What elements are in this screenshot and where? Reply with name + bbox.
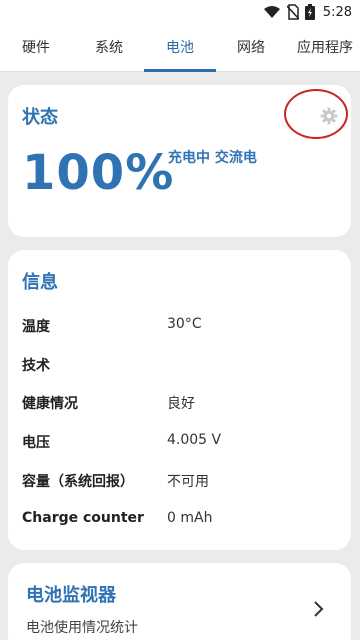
info-value: 30°C	[167, 316, 202, 332]
tab-system[interactable]: 系统	[78, 24, 140, 72]
info-label: 电压	[22, 435, 50, 451]
info-label: 温度	[22, 319, 50, 335]
battery-monitor-card[interactable]: 电池监视器 电池使用情况统计	[8, 563, 351, 640]
info-label: 容量（系统回报）	[22, 474, 134, 490]
info-label: 健康情况	[22, 396, 78, 412]
info-value: 4.005 V	[167, 432, 222, 448]
status-title: 状态	[22, 107, 58, 128]
gear-icon	[320, 107, 338, 125]
status-bar: 5:28	[0, 0, 360, 24]
active-tab-indicator	[144, 69, 216, 72]
tab-bar: 硬件 系统 电池 网络 应用程序	[0, 24, 360, 72]
info-row-technology: 技术	[22, 355, 342, 377]
charge-state: 充电中 交流电	[168, 150, 257, 166]
info-row-capacity: 容量（系统回报） 不可用	[22, 471, 342, 493]
info-card: 信息 温度 30°C 技术 健康情况 良好 电压 4.005 V 容量（系统回报…	[8, 250, 351, 550]
monitor-title: 电池监视器	[26, 585, 116, 606]
clock: 5:28	[322, 4, 352, 20]
info-value: 0 mAh	[167, 510, 213, 526]
info-value: 不可用	[167, 474, 209, 490]
wifi-icon	[263, 6, 280, 18]
info-row-health: 健康情况 良好	[22, 393, 342, 415]
info-row-temperature: 温度 30°C	[22, 316, 342, 338]
info-row-charge-counter: Charge counter 0 mAh	[22, 510, 342, 532]
info-value: 良好	[167, 396, 195, 412]
tab-hardware[interactable]: 硬件	[6, 24, 66, 72]
settings-button[interactable]	[284, 89, 348, 141]
battery-charging-icon	[304, 4, 315, 20]
status-icons: 5:28	[263, 3, 352, 21]
chevron-right-icon	[314, 601, 324, 617]
annotation-circle	[284, 89, 348, 139]
monitor-subtitle: 电池使用情况统计	[26, 620, 138, 636]
info-title: 信息	[22, 272, 58, 293]
battery-level: 100%	[22, 145, 175, 201]
no-sim-icon	[286, 4, 299, 20]
tab-apps[interactable]: 应用程序	[290, 24, 360, 72]
info-row-voltage: 电压 4.005 V	[22, 432, 342, 454]
tab-battery[interactable]: 电池	[144, 24, 216, 72]
tab-network[interactable]: 网络	[220, 24, 282, 72]
info-label: Charge counter	[22, 510, 144, 526]
status-card: 状态 100% 充电中 交流电	[8, 85, 351, 237]
info-label: 技术	[22, 358, 50, 374]
